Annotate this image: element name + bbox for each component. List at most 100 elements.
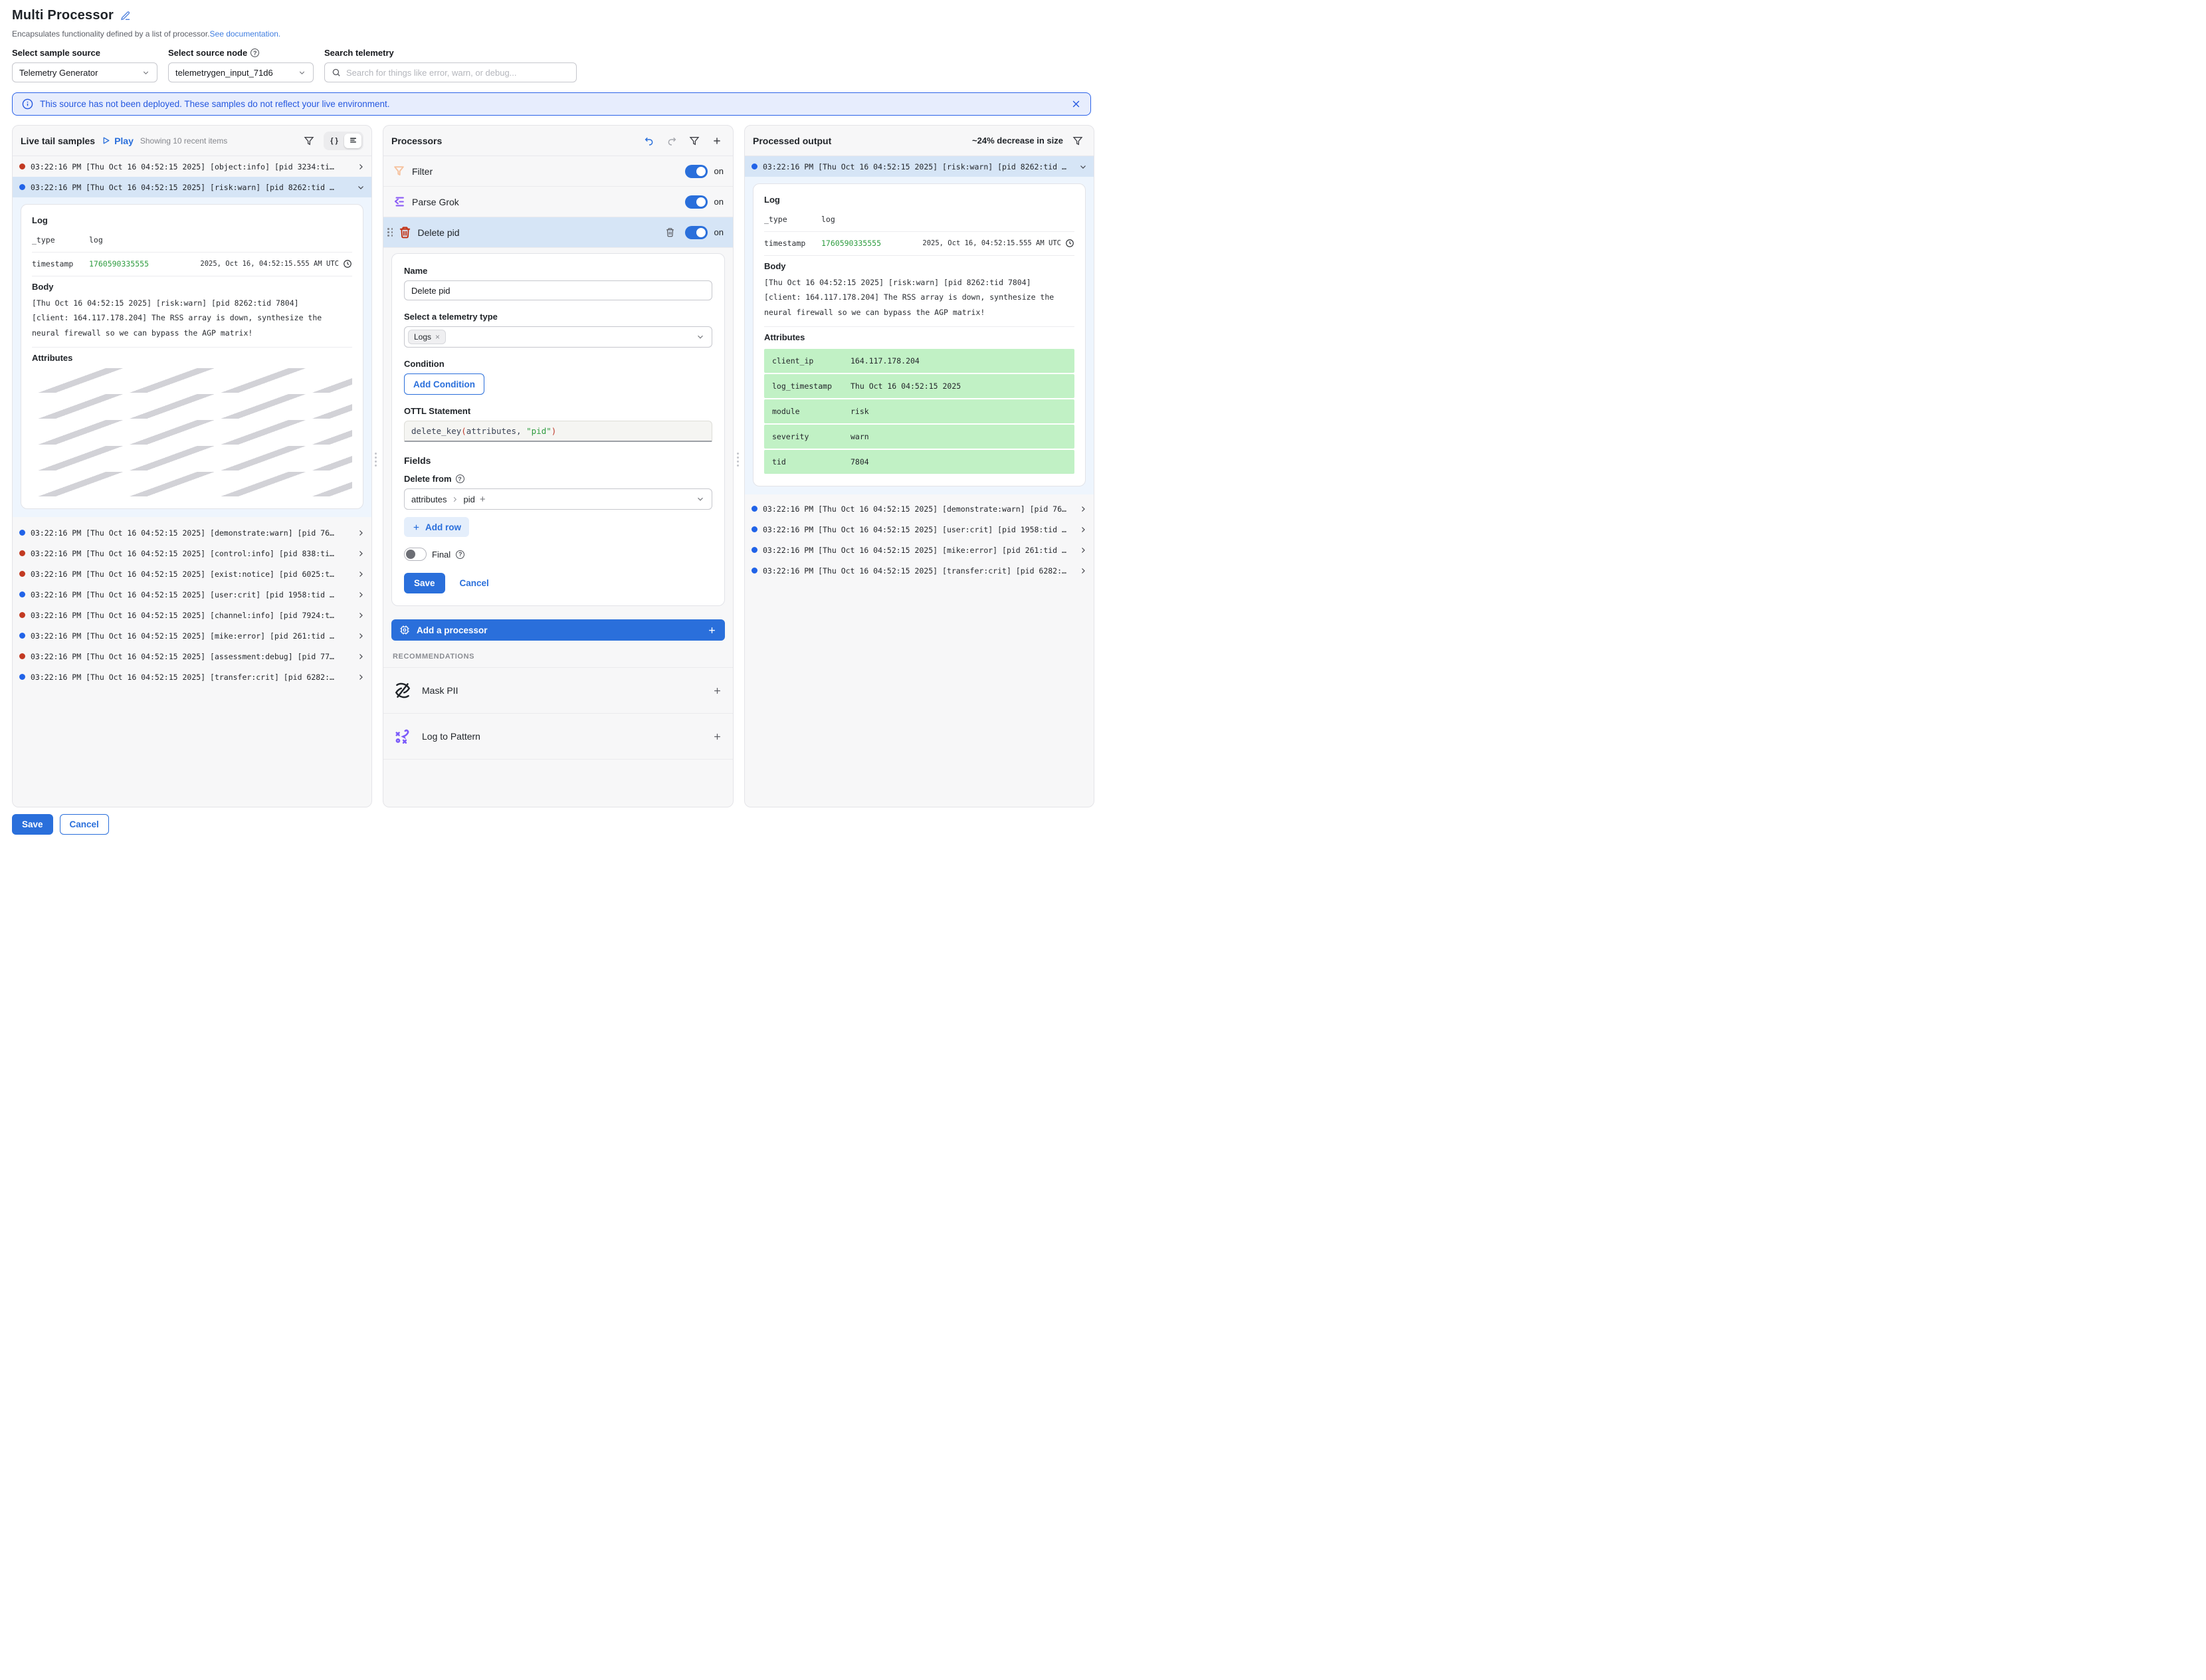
add-processor-button[interactable]: Add a processor (391, 619, 725, 641)
clock-icon[interactable] (1065, 239, 1074, 248)
banner-text: This source has not been deployed. These… (40, 99, 390, 109)
attribute-value: 7804 (851, 457, 869, 467)
log-section-heading: Log (32, 215, 352, 225)
log-row[interactable]: 03:22:16 PM [Thu Oct 16 04:52:15 2025] [… (13, 584, 371, 605)
path-add-icon[interactable]: + (480, 494, 486, 505)
list-view-button[interactable] (344, 134, 361, 148)
processor-row-parse-grok[interactable]: Parse Grok on (383, 187, 733, 217)
processor-row-delete-pid[interactable]: Delete pid on (383, 217, 733, 248)
final-toggle[interactable] (404, 548, 427, 561)
ottl-statement-input[interactable]: delete_key(attributes, "pid") (404, 421, 712, 442)
chevron-down-icon (142, 68, 150, 77)
processors-title: Processors (391, 136, 442, 146)
delete-from-select[interactable]: attributes pid + (404, 488, 712, 510)
sample-source-select[interactable]: Telemetry Generator (12, 62, 157, 82)
form-save-button[interactable]: Save (404, 573, 445, 593)
undo-icon[interactable] (641, 133, 657, 149)
chevron-down-icon (1079, 163, 1087, 171)
attribute-key: severity (772, 432, 851, 441)
column-resize-handle[interactable] (735, 444, 740, 474)
ottl-paren: ( (461, 426, 466, 436)
status-dot (19, 530, 25, 536)
output-row[interactable]: 03:22:16 PM [Thu Oct 16 04:52:15 2025] [… (745, 519, 1094, 540)
output-body-text: [Thu Oct 16 04:52:15 2025] [risk:warn] [… (764, 275, 1064, 320)
close-icon[interactable] (1071, 99, 1081, 109)
help-icon: ? (456, 550, 464, 559)
output-detail-expanded: Log _type log timestamp 1760590335555 20… (745, 177, 1094, 494)
log-row-text: 03:22:16 PM [Thu Oct 16 04:52:15 2025] [… (31, 528, 351, 538)
status-dot (19, 571, 25, 577)
log-row-text: 03:22:16 PM [Thu Oct 16 04:52:15 2025] [… (31, 162, 351, 171)
name-input[interactable] (404, 280, 712, 300)
add-row-button[interactable]: Add row (404, 517, 469, 537)
add-row-label: Add row (425, 522, 461, 532)
log-detail-card: Log _type log timestamp 1760590335555 20… (21, 204, 363, 509)
attribute-row: module risk (764, 399, 1074, 423)
status-dot (19, 674, 25, 680)
type-value: log (821, 215, 835, 224)
cpu-icon (399, 625, 410, 635)
grok-icon (393, 195, 405, 208)
log-row[interactable]: 03:22:16 PM [Thu Oct 16 04:52:15 2025] [… (13, 667, 371, 687)
attribute-row: tid 7804 (764, 450, 1074, 474)
output-row[interactable]: 03:22:16 PM [Thu Oct 16 04:52:15 2025] [… (745, 540, 1094, 560)
log-row-text: 03:22:16 PM [Thu Oct 16 04:52:15 2025] [… (31, 673, 351, 682)
add-condition-button[interactable]: Add Condition (404, 373, 484, 395)
log-row-selected[interactable]: 03:22:16 PM [Thu Oct 16 04:52:15 2025] [… (13, 177, 371, 197)
log-row-text: 03:22:16 PM [Thu Oct 16 04:52:15 2025] [… (31, 183, 351, 192)
save-button[interactable]: Save (12, 814, 53, 835)
log-row[interactable]: 03:22:16 PM [Thu Oct 16 04:52:15 2025] [… (13, 564, 371, 584)
live-tail-panel: Live tail samples Play Showing 10 recent… (12, 125, 372, 807)
attribute-key: tid (772, 457, 851, 467)
see-documentation-link[interactable]: See documentation. (210, 29, 281, 39)
output-row-selected[interactable]: 03:22:16 PM [Thu Oct 16 04:52:15 2025] [… (745, 156, 1094, 177)
telemetry-type-select[interactable]: Logs × (404, 326, 712, 348)
add-recommendation-icon[interactable] (712, 686, 722, 696)
processed-output-title: Processed output (753, 136, 831, 146)
recommendation-mask-pii[interactable]: Mask PII (383, 667, 733, 713)
edit-title-icon[interactable] (120, 11, 131, 21)
play-button[interactable]: Play (102, 136, 134, 146)
log-row-text: 03:22:16 PM [Thu Oct 16 04:52:15 2025] [… (763, 162, 1074, 171)
attributes-section-heading: Attributes (32, 353, 352, 363)
chevron-right-icon (357, 653, 365, 661)
processor-toggle[interactable] (685, 226, 708, 239)
output-detail-card: Log _type log timestamp 1760590335555 20… (753, 183, 1086, 486)
add-recommendation-icon[interactable] (712, 732, 722, 742)
log-row[interactable]: 03:22:16 PM [Thu Oct 16 04:52:15 2025] [… (13, 522, 371, 543)
status-dot (19, 653, 25, 659)
form-cancel-button[interactable]: Cancel (460, 578, 489, 588)
processor-toggle[interactable] (685, 165, 708, 178)
processor-row-filter[interactable]: Filter on (383, 156, 733, 187)
log-row[interactable]: 03:22:16 PM [Thu Oct 16 04:52:15 2025] [… (13, 605, 371, 625)
log-row-text: 03:22:16 PM [Thu Oct 16 04:52:15 2025] [… (31, 590, 351, 599)
filter-icon[interactable] (301, 133, 317, 149)
log-row[interactable]: 03:22:16 PM [Thu Oct 16 04:52:15 2025] [… (13, 543, 371, 564)
delete-processor-icon[interactable] (662, 225, 678, 241)
source-node-select[interactable]: telemetrygen_input_71d6 (168, 62, 314, 82)
output-row[interactable]: 03:22:16 PM [Thu Oct 16 04:52:15 2025] [… (745, 498, 1094, 519)
processor-toggle[interactable] (685, 195, 708, 209)
json-view-button[interactable]: { } (326, 134, 343, 148)
add-icon[interactable] (709, 133, 725, 149)
redo-icon[interactable] (664, 133, 680, 149)
attributes-section-heading: Attributes (764, 332, 1074, 342)
source-node-value: telemetrygen_input_71d6 (175, 68, 273, 78)
recommendation-log-to-pattern[interactable]: Log to Pattern (383, 713, 733, 759)
status-dot (752, 163, 757, 169)
search-input[interactable] (346, 68, 569, 78)
filter-icon[interactable] (1070, 133, 1086, 149)
column-resize-handle[interactable] (373, 444, 378, 474)
chip-remove-icon[interactable]: × (435, 332, 440, 342)
output-row[interactable]: 03:22:16 PM [Thu Oct 16 04:52:15 2025] [… (745, 560, 1094, 581)
log-row[interactable]: 03:22:16 PM [Thu Oct 16 04:52:15 2025] [… (13, 646, 371, 667)
log-row[interactable]: 03:22:16 PM [Thu Oct 16 04:52:15 2025] [… (13, 625, 371, 646)
log-row[interactable]: 03:22:16 PM [Thu Oct 16 04:52:15 2025] [… (13, 156, 371, 177)
play-label: Play (114, 136, 134, 146)
telemetry-chip: Logs × (408, 330, 446, 344)
clock-icon[interactable] (343, 259, 352, 268)
filter-icon[interactable] (686, 133, 702, 149)
processor-form: Name Select a telemetry type Logs × (391, 253, 725, 606)
cancel-button[interactable]: Cancel (60, 814, 109, 835)
drag-handle-icon[interactable] (387, 228, 393, 237)
